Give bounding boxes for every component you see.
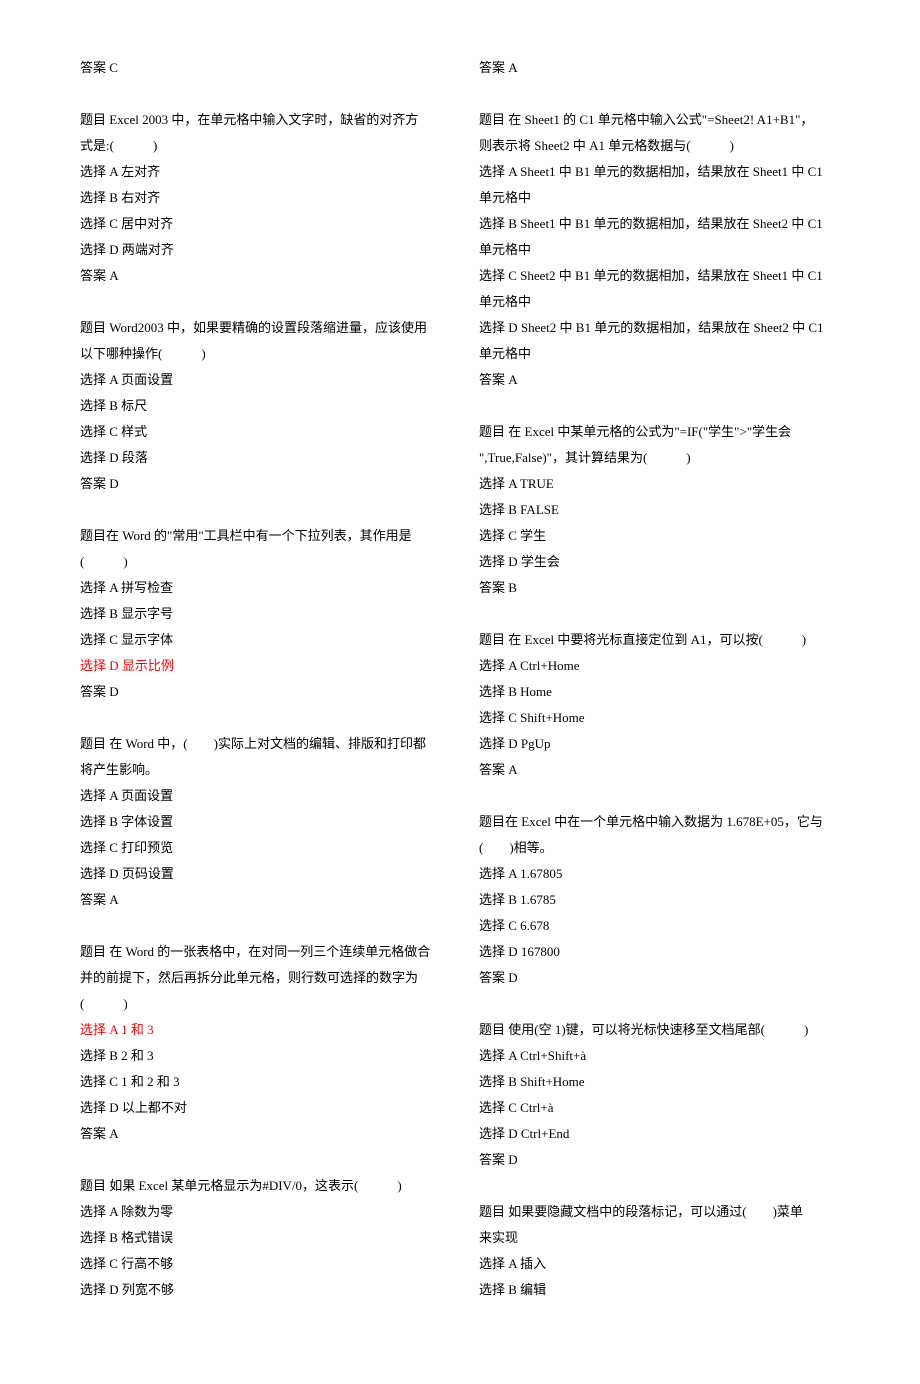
- question-stem: 题目 使用(空 1)键，可以将光标快速移至文档尾部( ): [479, 1017, 850, 1043]
- answer-text: 答案 A: [80, 887, 451, 913]
- option-d: 选择 D 167800: [479, 939, 850, 965]
- option-c: 选择 C 1 和 2 和 3: [80, 1069, 451, 1095]
- option-a: 选择 A TRUE: [479, 471, 850, 497]
- question-block: 题目 如果要隐藏文档中的段落标记，可以通过( )菜单 来实现 选择 A 插入 选…: [479, 1199, 850, 1303]
- option-a-highlighted: 选择 A 1 和 3: [80, 1017, 451, 1043]
- option-b: 选择 B Home: [479, 679, 850, 705]
- question-block: 题目 在 Sheet1 的 C1 单元格中输入公式"=Sheet2! A1+B1…: [479, 107, 850, 393]
- question-block: 题目 Word2003 中，如果要精确的设置段落缩进量，应该使用 以下哪种操作(…: [80, 315, 451, 497]
- option-a: 选择 A Ctrl+Home: [479, 653, 850, 679]
- question-stem: 来实现: [479, 1225, 850, 1251]
- question-stem: 题目在 Word 的"常用"工具栏中有一个下拉列表，其作用是: [80, 523, 451, 549]
- option-d: 选择 D Sheet2 中 B1 单元的数据相加，结果放在 Sheet2 中 C…: [479, 315, 850, 341]
- option-d: 选择 D Ctrl+End: [479, 1121, 850, 1147]
- question-block: 题目在 Excel 中在一个单元格中输入数据为 1.678E+05，它与 ( )…: [479, 809, 850, 991]
- answer-text: 答案 D: [479, 965, 850, 991]
- question-block: 题目 Excel 2003 中，在单元格中输入文字时，缺省的对齐方 式是:( )…: [80, 107, 451, 289]
- question-stem: 以下哪种操作( ): [80, 341, 451, 367]
- option-b: 选择 B 1.6785: [479, 887, 850, 913]
- option-a: 单元格中: [479, 185, 850, 211]
- option-d: 单元格中: [479, 341, 850, 367]
- option-a: 选择 A 除数为零: [80, 1199, 451, 1225]
- option-b: 单元格中: [479, 237, 850, 263]
- option-a: 选择 A Ctrl+Shift+à: [479, 1043, 850, 1069]
- option-a: 选择 A 拼写检查: [80, 575, 451, 601]
- option-c: 选择 C 显示字体: [80, 627, 451, 653]
- option-b: 选择 B 标尺: [80, 393, 451, 419]
- option-a: 选择 A 页面设置: [80, 367, 451, 393]
- option-a: 选择 A 1.67805: [479, 861, 850, 887]
- answer-text: 答案 A: [479, 55, 850, 81]
- question-block: 题目 如果 Excel 某单元格显示为#DIV/0，这表示( ) 选择 A 除数…: [80, 1173, 451, 1303]
- question-block: 题目 在 Word 的一张表格中，在对同一列三个连续单元格做合 并的前提下，然后…: [80, 939, 451, 1147]
- option-d: 选择 D 列宽不够: [80, 1277, 451, 1303]
- option-d: 选择 D 两端对齐: [80, 237, 451, 263]
- option-a: 选择 A Sheet1 中 B1 单元的数据相加，结果放在 Sheet1 中 C…: [479, 159, 850, 185]
- question-block: 题目 在 Excel 中要将光标直接定位到 A1，可以按( ) 选择 A Ctr…: [479, 627, 850, 783]
- answer-text: 答案 A: [479, 367, 850, 393]
- option-c: 选择 C 样式: [80, 419, 451, 445]
- option-d-highlighted: 选择 D 显示比例: [80, 653, 451, 679]
- answer-text: 答案 D: [80, 679, 451, 705]
- option-c: 选择 C 居中对齐: [80, 211, 451, 237]
- question-block: 题目 使用(空 1)键，可以将光标快速移至文档尾部( ) 选择 A Ctrl+S…: [479, 1017, 850, 1173]
- answer-text: 答案 D: [479, 1147, 850, 1173]
- option-a: 选择 A 左对齐: [80, 159, 451, 185]
- option-a: 选择 A 插入: [479, 1251, 850, 1277]
- answer-text: 答案 A: [479, 757, 850, 783]
- option-c: 选择 C 打印预览: [80, 835, 451, 861]
- question-stem: 题目 在 Word 中，( )实际上对文档的编辑、排版和打印都: [80, 731, 451, 757]
- question-stem: 题目 在 Excel 中某单元格的公式为"=IF("学生">"学生会: [479, 419, 850, 445]
- option-b: 选择 B FALSE: [479, 497, 850, 523]
- option-b: 选择 B 格式错误: [80, 1225, 451, 1251]
- option-d: 选择 D 学生会: [479, 549, 850, 575]
- option-b: 选择 B Shift+Home: [479, 1069, 850, 1095]
- option-a: 选择 A 页面设置: [80, 783, 451, 809]
- question-block: 题目 在 Word 中，( )实际上对文档的编辑、排版和打印都 将产生影响。 选…: [80, 731, 451, 913]
- answer-text: 答案 A: [80, 263, 451, 289]
- option-b: 选择 B 编辑: [479, 1277, 850, 1303]
- option-b: 选择 B 2 和 3: [80, 1043, 451, 1069]
- option-c: 选择 C Ctrl+à: [479, 1095, 850, 1121]
- question-stem: 并的前提下，然后再拆分此单元格，则行数可选择的数字为: [80, 965, 451, 991]
- question-stem: 将产生影响。: [80, 757, 451, 783]
- question-stem: 题目 在 Word 的一张表格中，在对同一列三个连续单元格做合: [80, 939, 451, 965]
- document-page: 答案 C 题目 Excel 2003 中，在单元格中输入文字时，缺省的对齐方 式…: [0, 0, 920, 1384]
- option-c: 选择 C Shift+Home: [479, 705, 850, 731]
- question-block: 题目 在 Excel 中某单元格的公式为"=IF("学生">"学生会 ",Tru…: [479, 419, 850, 601]
- question-stem: 题目 Excel 2003 中，在单元格中输入文字时，缺省的对齐方: [80, 107, 451, 133]
- option-d: 选择 D 页码设置: [80, 861, 451, 887]
- question-stem: 题目 如果 Excel 某单元格显示为#DIV/0，这表示( ): [80, 1173, 451, 1199]
- option-c: 选择 C 行高不够: [80, 1251, 451, 1277]
- answer-text: 答案 B: [479, 575, 850, 601]
- answer-line: 答案 A: [479, 55, 850, 81]
- option-d: 选择 D 段落: [80, 445, 451, 471]
- option-d: 选择 D 以上都不对: [80, 1095, 451, 1121]
- option-c: 选择 C 6.678: [479, 913, 850, 939]
- question-block: 题目在 Word 的"常用"工具栏中有一个下拉列表，其作用是 ( ) 选择 A …: [80, 523, 451, 705]
- question-stem: 题目 Word2003 中，如果要精确的设置段落缩进量，应该使用: [80, 315, 451, 341]
- question-stem: ( ): [80, 549, 451, 575]
- question-stem: 题目 在 Sheet1 的 C1 单元格中输入公式"=Sheet2! A1+B1…: [479, 107, 850, 133]
- option-c: 单元格中: [479, 289, 850, 315]
- question-stem: 则表示将 Sheet2 中 A1 单元格数据与( ): [479, 133, 850, 159]
- question-stem: 题目 在 Excel 中要将光标直接定位到 A1，可以按( ): [479, 627, 850, 653]
- option-b: 选择 B 字体设置: [80, 809, 451, 835]
- option-d: 选择 D PgUp: [479, 731, 850, 757]
- question-stem: 式是:( ): [80, 133, 451, 159]
- question-stem: ( )相等。: [479, 835, 850, 861]
- option-b: 选择 B 右对齐: [80, 185, 451, 211]
- option-c: 选择 C 学生: [479, 523, 850, 549]
- option-b: 选择 B Sheet1 中 B1 单元的数据相加，结果放在 Sheet2 中 C…: [479, 211, 850, 237]
- question-stem: 题目 如果要隐藏文档中的段落标记，可以通过( )菜单: [479, 1199, 850, 1225]
- option-b: 选择 B 显示字号: [80, 601, 451, 627]
- answer-text: 答案 C: [80, 55, 451, 81]
- question-stem: ",True,False)"，其计算结果为( ): [479, 445, 850, 471]
- question-stem: 题目在 Excel 中在一个单元格中输入数据为 1.678E+05，它与: [479, 809, 850, 835]
- question-stem: ( ): [80, 991, 451, 1017]
- answer-line: 答案 C: [80, 55, 451, 81]
- option-c: 选择 C Sheet2 中 B1 单元的数据相加，结果放在 Sheet1 中 C…: [479, 263, 850, 289]
- answer-text: 答案 D: [80, 471, 451, 497]
- answer-text: 答案 A: [80, 1121, 451, 1147]
